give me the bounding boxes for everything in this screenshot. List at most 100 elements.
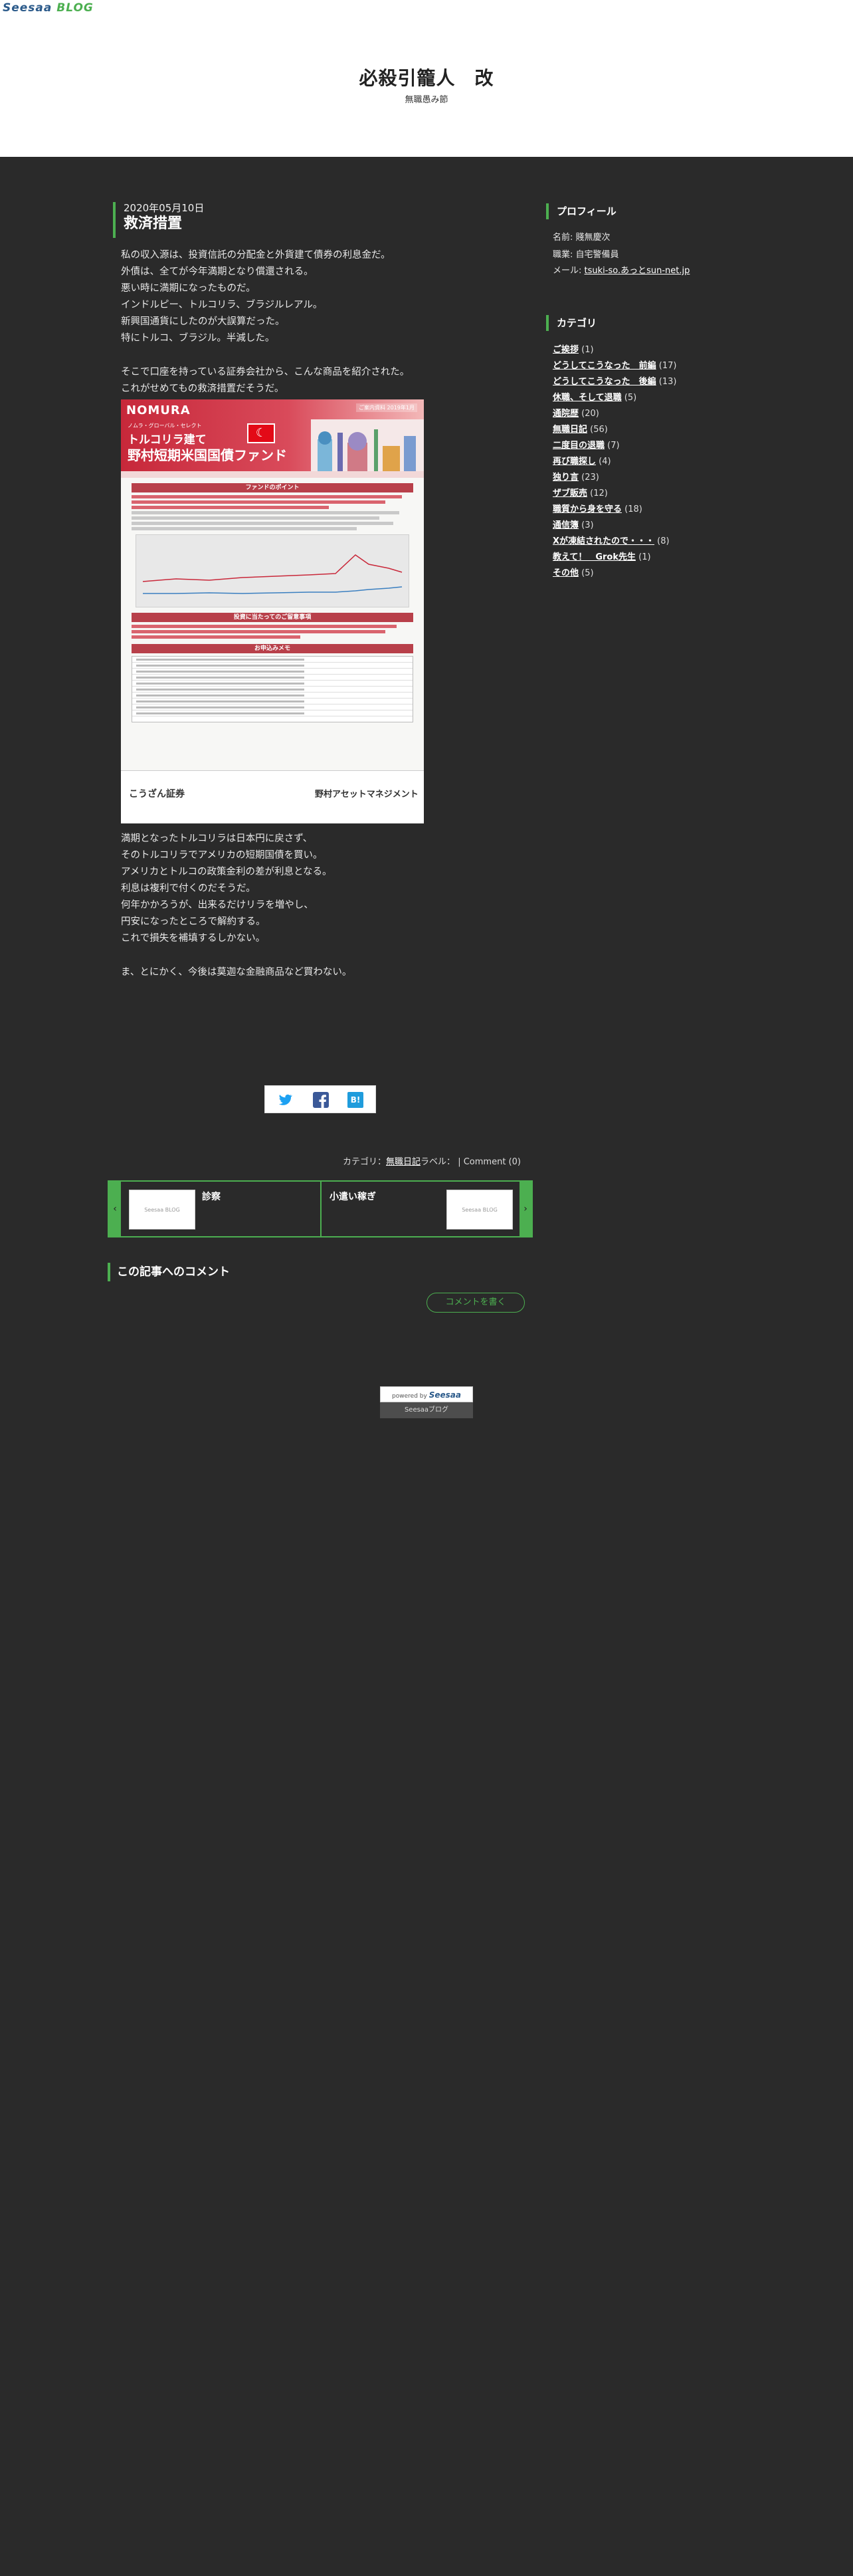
- category-item: どうしてこうなった 前編 (17): [553, 359, 676, 373]
- category-count: (23): [581, 473, 599, 483]
- seesaa-blog-link[interactable]: Seesaaブログ: [380, 1402, 473, 1418]
- fund-flyer-image[interactable]: NOMURA ご案内資料 2019年1月 ノムラ・グローバル・セレクト トルコリ…: [121, 399, 424, 823]
- flyer-manager: 野村アセットマネジメント: [315, 790, 419, 800]
- category-link[interactable]: 再び職探し: [553, 457, 596, 467]
- post-line: ま、とにかく、今後は莫迦な金融商品など買わない。: [121, 967, 352, 978]
- next-post-arrow[interactable]: ›: [520, 1182, 531, 1236]
- post-paragraph-1: 私の収入源は、投資信託の分配金と外貨建て債券の利息金だ。 外債は、全てが今年満期…: [121, 247, 391, 347]
- category-link[interactable]: 独り言: [553, 473, 579, 483]
- flyer-brand: NOMURA: [126, 403, 191, 417]
- category-item: ご挨拶 (1): [553, 343, 594, 357]
- post-line: 私の収入源は、投資信託の分配金と外貨建て債券の利息金だ。: [121, 250, 391, 261]
- write-comment-button[interactable]: コメントを書く: [427, 1293, 525, 1313]
- flyer-rate-chart: [136, 534, 409, 607]
- post-pager: ‹ Seesaa BLOG 診察 小遣い稼ぎ Seesaa BLOG ›: [108, 1180, 533, 1237]
- post-line: 新興国通貨にしたのが大誤算だった。: [121, 316, 285, 327]
- category-item: 通信簿 (3): [553, 518, 594, 532]
- category-item: Xが凍結されたので・・・ (8): [553, 534, 670, 548]
- label-text: ラベル：: [421, 1157, 456, 1167]
- twitter-icon[interactable]: [277, 1092, 293, 1108]
- category-link[interactable]: 教えて！ Grok先生: [553, 552, 636, 562]
- seesaa-blog-logo[interactable]: Seesaa BLOG: [3, 1, 94, 15]
- flyer-band: [121, 471, 424, 478]
- category-link[interactable]: Xが凍結されたので・・・: [553, 536, 654, 546]
- category-count: (17): [658, 361, 677, 371]
- facebook-icon[interactable]: [313, 1092, 329, 1108]
- post-title[interactable]: 救済措置: [124, 214, 204, 234]
- powered-brand: Seesaa: [428, 1390, 461, 1400]
- category-count: (1): [581, 345, 594, 355]
- category-count: (20): [581, 409, 599, 419]
- logo-text-blog[interactable]: BLOG: [56, 1, 94, 15]
- category-link[interactable]: どうしてこうなった 後編: [553, 377, 656, 387]
- category-count: (5): [624, 393, 637, 403]
- post-line: 特にトルコ、ブラジル。半減した。: [121, 333, 275, 344]
- pager-divider: [320, 1182, 322, 1236]
- profile-heading: プロフィール: [546, 203, 616, 219]
- profile-mail: メール: tsuki-so.あっとsun-net.jp: [553, 263, 690, 279]
- category-link[interactable]: ザブ販売: [553, 488, 587, 498]
- category-link[interactable]: 通院歴: [553, 409, 579, 419]
- post-line: 満期となったトルコリラは日本円に戻さず、: [121, 833, 313, 844]
- category-heading: カテゴリ: [546, 315, 597, 331]
- category-link[interactable]: 無職日記: [553, 425, 587, 435]
- profile-name: 名前: 賤無慶次: [553, 233, 611, 243]
- category-link[interactable]: 二度目の退職: [553, 441, 605, 451]
- category-item: 再び職探し (4): [553, 455, 611, 469]
- category-count: (3): [581, 520, 594, 530]
- category-item: 休職、そして退職 (5): [553, 391, 636, 405]
- post-line: そこで口座を持っている証券会社から、こんな商品を紹介された。: [121, 367, 410, 377]
- skyline-illustration: [311, 419, 424, 471]
- category-item: 教えて！ Grok先生 (1): [553, 550, 651, 564]
- flyer-title-2: 野村短期米国国債ファンド: [128, 447, 287, 463]
- flyer-text-block: [132, 495, 413, 530]
- post-paragraph-2: そこで口座を持っている証券会社から、こんな商品を紹介された。 これがせめてもの救…: [121, 364, 409, 397]
- turkey-flag-icon: ☾: [247, 423, 275, 443]
- category-item: 二度目の退職 (7): [553, 439, 620, 453]
- category-count: (8): [657, 536, 670, 546]
- mail-link[interactable]: tsuki-so.あっとsun-net.jp: [585, 266, 690, 276]
- powered-by-label[interactable]: powered by Seesaa: [380, 1386, 473, 1402]
- category-count: (4): [599, 457, 611, 467]
- category-link[interactable]: ご挨拶: [553, 345, 579, 355]
- mail-prefix: メール:: [553, 266, 585, 276]
- post-line: これがせめてもの救済措置だそうだ。: [121, 383, 284, 394]
- category-link[interactable]: 職質から身を守る: [553, 504, 622, 514]
- next-post-thumbnail[interactable]: Seesaa BLOG: [446, 1190, 513, 1230]
- category-link[interactable]: 無職日記: [386, 1157, 421, 1167]
- category-link[interactable]: 通信簿: [553, 520, 579, 530]
- category-count: (18): [624, 504, 642, 514]
- logo-text-seesaa[interactable]: Seesaa: [3, 1, 52, 15]
- prev-post-title[interactable]: 診察: [202, 1190, 221, 1203]
- post-paragraph-4: ま、とにかく、今後は莫迦な金融商品など買わない。: [121, 964, 351, 981]
- flyer-section-notes: 投資に当たってのご留意事項: [132, 613, 413, 622]
- category-link[interactable]: 休職、そして退職: [553, 393, 622, 403]
- category-link[interactable]: どうしてこうなった 前編: [553, 361, 656, 371]
- category-item: ザブ販売 (12): [553, 486, 608, 500]
- post-line: 何年かかろうが、出来るだけリラを増やし、: [121, 900, 314, 911]
- flyer-footer: こうざん証券 野村アセットマネジメント: [121, 770, 424, 823]
- flyer-memo-table: [132, 656, 413, 722]
- hatena-bookmark-icon[interactable]: B!: [347, 1092, 363, 1108]
- category-count: (12): [590, 488, 608, 498]
- flyer-header: NOMURA ご案内資料 2019年1月 ノムラ・グローバル・セレクト トルコリ…: [121, 399, 424, 471]
- comment-count-link[interactable]: Comment (0): [464, 1157, 521, 1167]
- category-count: (13): [658, 377, 677, 387]
- next-post-title[interactable]: 小遣い稼ぎ: [330, 1190, 376, 1203]
- meta-separator: |: [458, 1157, 461, 1167]
- category-count: (56): [590, 425, 608, 435]
- category-count: (1): [638, 552, 651, 562]
- profile-job: 職業: 自宅警備員: [553, 250, 619, 260]
- post-line: インドルピー、トルコリラ、ブラジルレアル。: [121, 300, 323, 310]
- site-title[interactable]: 必殺引籠人 改: [0, 64, 853, 90]
- flyer-section-points: ファンドのポイント: [132, 483, 413, 492]
- flyer-subtitle: ノムラ・グローバル・セレクト: [128, 423, 202, 429]
- post-line: そのトルコリラでアメリカの短期国債を買い。: [121, 850, 323, 861]
- flyer-notes-block: [132, 625, 413, 639]
- prev-post-arrow[interactable]: ‹: [109, 1182, 121, 1236]
- category-item: その他 (5): [553, 566, 594, 580]
- category-link[interactable]: その他: [553, 568, 579, 578]
- prev-post-thumbnail[interactable]: Seesaa BLOG: [129, 1190, 195, 1230]
- post-line: 利息は複利で付くのだそうだ。: [121, 883, 256, 894]
- powered-by-badge[interactable]: powered by Seesaa Seesaaブログ: [380, 1386, 473, 1418]
